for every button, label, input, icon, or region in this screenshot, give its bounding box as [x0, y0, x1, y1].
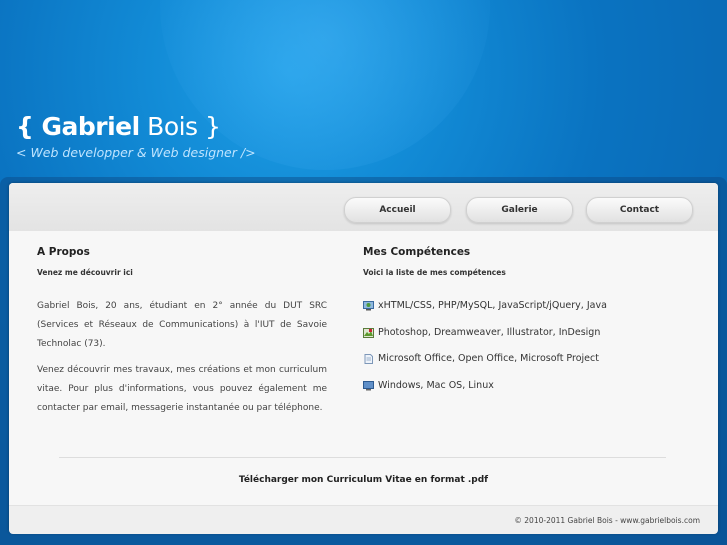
about-title: A Propos [37, 246, 90, 258]
about-subtitle: Venez me découvrir ici [37, 268, 133, 277]
site-header: { Gabriel Bois } < Web developper & Web … [16, 112, 256, 160]
download-cv-link[interactable]: Télécharger mon Curriculum Vitae en form… [9, 475, 718, 485]
nav-bar: Accueil Galerie Contact [9, 183, 718, 231]
skill-item-os: Windows, Mac OS, Linux [363, 380, 494, 391]
monitor-globe-icon [363, 300, 374, 311]
content-divider [59, 457, 666, 458]
document-icon [363, 353, 374, 364]
skill-text-web: xHTML/CSS, PHP/MySQL, JavaScript/jQuery,… [378, 300, 607, 311]
skill-text-design: Photoshop, Dreamweaver, Illustrator, InD… [378, 327, 601, 338]
copyright-text: © 2010-2011 Gabriel Bois - www.gabrielbo… [514, 516, 700, 525]
nav-galerie-button[interactable]: Galerie [466, 197, 573, 223]
site-tagline: < Web developper & Web designer /> [16, 145, 256, 160]
about-paragraph-1: Gabriel Bois, 20 ans, étudiant en 2° ann… [37, 301, 327, 349]
skill-text-os: Windows, Mac OS, Linux [378, 380, 494, 391]
skill-item-design: Photoshop, Dreamweaver, Illustrator, InD… [363, 327, 600, 338]
computer-icon [363, 380, 374, 391]
skill-item-office: Microsoft Office, Open Office, Microsoft… [363, 353, 599, 364]
nav-contact-button[interactable]: Contact [586, 197, 693, 223]
image-edit-icon [363, 327, 374, 338]
site-title: { Gabriel Bois } [16, 112, 256, 141]
skill-text-office: Microsoft Office, Open Office, Microsoft… [378, 353, 599, 364]
site-title-last: Bois } [139, 112, 221, 141]
about-paragraph-2: Venez découvrir mes travaux, mes créatio… [37, 365, 327, 413]
site-title-first: { Gabriel [16, 112, 140, 141]
skills-subtitle: Voici la liste de mes compétences [363, 268, 506, 277]
nav-accueil-button[interactable]: Accueil [344, 197, 451, 223]
skill-item-web: xHTML/CSS, PHP/MySQL, JavaScript/jQuery,… [363, 300, 607, 311]
skills-title: Mes Compétences [363, 246, 471, 258]
content-card: Accueil Galerie Contact A Propos Venez m… [9, 183, 718, 534]
footer: © 2010-2011 Gabriel Bois - www.gabrielbo… [9, 505, 718, 534]
